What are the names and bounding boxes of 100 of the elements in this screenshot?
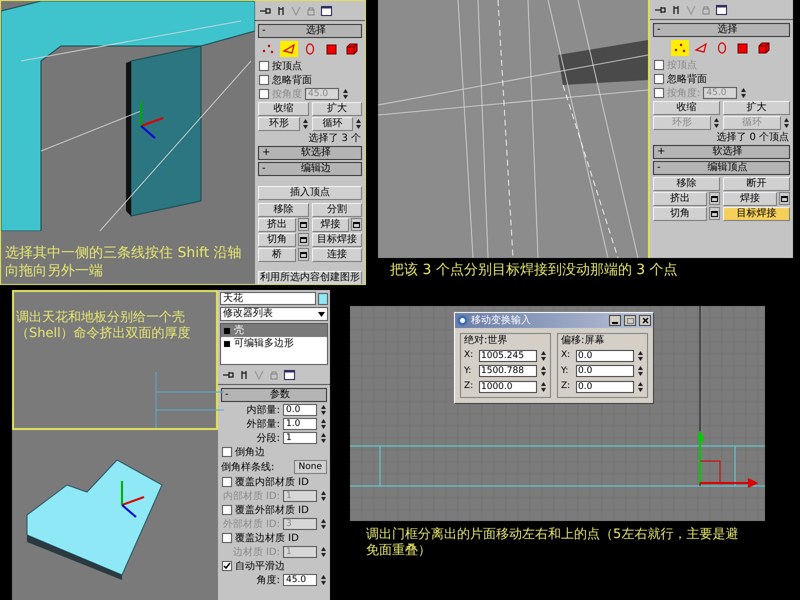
fork-icon[interactable] — [672, 4, 680, 14]
subobject-button[interactable] — [670, 40, 688, 56]
color-swatch[interactable] — [318, 292, 328, 304]
settings-button[interactable] — [298, 218, 308, 231]
pin-icon[interactable] — [654, 4, 666, 14]
command-button[interactable]: 目标焊接 — [312, 232, 362, 246]
transform-gizmo[interactable] — [140, 102, 164, 139]
window-icon[interactable] — [284, 370, 295, 380]
command-button[interactable]: 分割 — [312, 202, 362, 216]
spinner-label: 外部量: — [246, 418, 280, 432]
coordinate-field[interactable]: 1500.788 — [479, 365, 537, 378]
spinner-arrows-icon[interactable] — [342, 88, 349, 100]
coordinate-field[interactable]: 0.0 — [576, 365, 634, 378]
spinner-arrows-icon[interactable] — [320, 432, 327, 444]
spinner-arrows-icon[interactable] — [540, 380, 547, 393]
spinner-arrows-icon[interactable] — [637, 380, 644, 393]
fork-icon[interactable] — [240, 370, 248, 380]
spinner-arrows-icon[interactable] — [540, 365, 547, 378]
command-button[interactable]: 焊接 — [723, 192, 777, 206]
command-button[interactable]: 扩大 — [723, 100, 790, 114]
pin-icon[interactable] — [259, 6, 271, 16]
command-button[interactable]: 焊接 — [312, 218, 349, 232]
stack-item[interactable]: 壳 — [221, 324, 327, 337]
command-button[interactable]: 移除 — [258, 202, 308, 216]
coordinate-field[interactable]: 1000.0 — [479, 380, 537, 393]
window-icon[interactable] — [716, 4, 727, 14]
maximize-button[interactable] — [624, 315, 636, 326]
spinner-arrows-icon[interactable] — [637, 350, 644, 362]
rollout-header[interactable]: - 编辑边 — [258, 162, 362, 176]
command-button[interactable]: 利用所选内容创建图形 — [258, 270, 362, 284]
settings-button[interactable] — [709, 192, 720, 205]
modifier-list-dropdown[interactable]: 修改器列表 — [220, 307, 328, 321]
spinner-arrows-icon[interactable] — [540, 350, 547, 362]
transform-gizmo[interactable] — [121, 481, 144, 518]
coordinate-field[interactable]: 0.0 — [576, 350, 634, 362]
command-button[interactable]: 移除 — [653, 176, 720, 190]
command-button[interactable]: 目标焊接 — [723, 206, 790, 220]
checkbox[interactable] — [654, 74, 664, 84]
command-button[interactable]: 扩大 — [312, 102, 362, 116]
spinner-arrows-icon[interactable] — [302, 118, 308, 130]
spinner-arrows-icon[interactable] — [320, 518, 327, 530]
spinner-arrows-icon[interactable] — [320, 490, 327, 502]
number-field[interactable]: 45.0 — [283, 574, 317, 586]
stack-item[interactable]: 可编辑多边形 — [221, 337, 327, 350]
rollout-header[interactable]: + 软选择 — [653, 145, 790, 159]
coordinate-field[interactable]: 0.0 — [576, 380, 634, 393]
spinner-arrows-icon[interactable] — [637, 365, 644, 378]
spinner-arrows-icon[interactable] — [320, 546, 327, 558]
rollout-header[interactable]: - 编辑顶点 — [653, 161, 790, 175]
axis-label: Y: — [561, 364, 570, 378]
command-button[interactable]: 循环 — [312, 116, 353, 130]
settings-button[interactable] — [298, 233, 308, 246]
rollout-header[interactable]: - 选择 — [653, 23, 790, 37]
command-button[interactable]: 环形 — [258, 116, 300, 130]
command-button[interactable]: 挤出 — [653, 192, 707, 206]
spinner-arrows-icon[interactable] — [320, 418, 327, 430]
settings-button[interactable] — [298, 248, 308, 261]
spinner-arrows-icon[interactable] — [740, 87, 748, 99]
number-field[interactable]: 1 — [283, 432, 317, 444]
option-label: 覆盖边材质 ID — [235, 532, 299, 546]
close-button[interactable] — [639, 315, 651, 326]
spinner-arrows-icon[interactable] — [320, 574, 327, 586]
settings-button[interactable] — [709, 207, 720, 220]
command-button[interactable]: 收缩 — [653, 100, 720, 114]
minimize-button[interactable] — [609, 315, 621, 326]
command-button[interactable]: 断开 — [723, 176, 790, 190]
selection-status: 选择了 3 个 — [308, 132, 361, 145]
command-button[interactable]: 连接 — [312, 248, 362, 262]
checkbox[interactable] — [222, 477, 232, 487]
checkbox[interactable] — [259, 75, 269, 85]
spinner-arrows-icon[interactable] — [320, 404, 327, 416]
number-field[interactable]: 0.0 — [283, 404, 317, 416]
pin-icon[interactable] — [222, 370, 234, 380]
rollout-header[interactable]: - 参数 — [221, 388, 327, 402]
spinner-arrows-icon[interactable] — [783, 116, 790, 128]
command-button[interactable]: 切角 — [653, 206, 707, 220]
spinner-arrows-icon[interactable] — [355, 118, 362, 130]
rollout-header[interactable]: + 软选择 — [258, 146, 362, 160]
settings-button[interactable] — [351, 218, 362, 231]
command-button[interactable]: 桥 — [258, 248, 296, 262]
subobject-button[interactable] — [280, 41, 298, 57]
fork-icon[interactable] — [277, 6, 285, 16]
command-button[interactable]: 切角 — [258, 232, 296, 246]
object-name-field[interactable]: 天花 — [220, 292, 316, 305]
number-field[interactable]: 1.0 — [283, 418, 317, 430]
checkbox[interactable] — [259, 61, 269, 71]
spinner-arrows-icon[interactable] — [713, 116, 720, 128]
option-label: 忽略背面 — [272, 74, 312, 88]
rollout-header[interactable]: - 选择 — [258, 24, 362, 38]
command-button[interactable]: 插入顶点 — [258, 186, 362, 200]
settings-button[interactable] — [779, 192, 790, 205]
command-button[interactable]: 收缩 — [258, 102, 308, 116]
command-button[interactable]: 挤出 — [258, 218, 296, 232]
picker-button[interactable]: None — [294, 460, 327, 474]
checkbox[interactable] — [222, 533, 232, 543]
checkbox[interactable] — [222, 447, 232, 457]
checkbox[interactable] — [222, 505, 232, 515]
coordinate-field[interactable]: 1005.245 — [479, 350, 537, 362]
window-icon[interactable] — [321, 6, 332, 16]
checkbox[interactable] — [222, 561, 232, 571]
